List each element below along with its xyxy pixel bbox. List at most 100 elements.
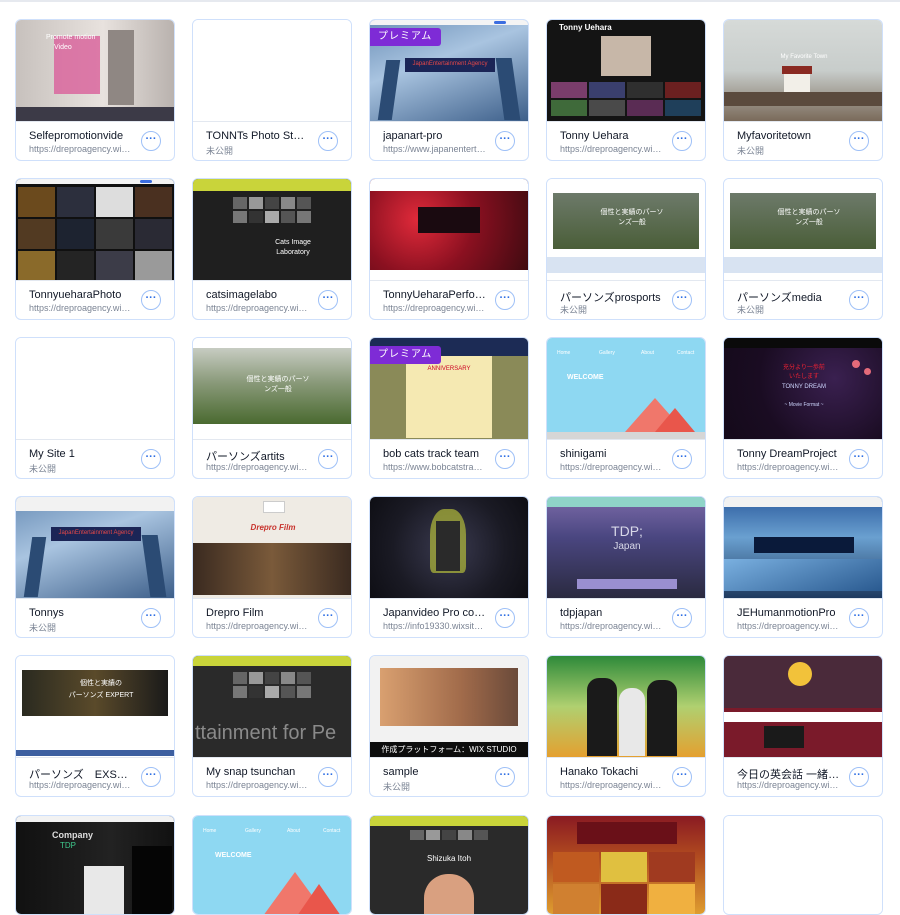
site-url[interactable]: https://dreproagency.wixsite.com: [560, 462, 664, 472]
site-card[interactable]: 個性と実績のパーソ ンズ一般 パーソンズprosports 未公開 ···: [546, 178, 706, 320]
site-url[interactable]: https://dreproagency.wixsite.com: [560, 144, 664, 154]
site-url[interactable]: https://dreproagency.wixsite.com: [29, 780, 133, 790]
site-name[interactable]: Myfavoritetown: [737, 130, 841, 142]
site-card[interactable]: 個性と実績のパーソ ンズ一般 パーソンズartits https://drepr…: [192, 337, 352, 479]
site-card[interactable]: Home Gallery About Contact WELCOME shini…: [546, 337, 706, 479]
more-actions-button[interactable]: ···: [318, 608, 338, 628]
site-name[interactable]: Selfepromotionvide: [29, 130, 133, 142]
site-url[interactable]: https://info19330.wixsite.com: [383, 621, 487, 631]
site-url[interactable]: 未公開: [29, 462, 133, 475]
site-card[interactable]: 作成プラットフォーム：WIX STUDIO sample 未公開 ···: [369, 655, 529, 797]
site-card[interactable]: [546, 815, 706, 915]
site-card[interactable]: プレミアム JapanEntertainment Agency japanart…: [369, 19, 529, 161]
site-card[interactable]: My Favorite Town Myfavoritetown 未公開 ···: [723, 19, 883, 161]
site-name[interactable]: TonnyueharaPhoto: [29, 289, 133, 301]
site-url[interactable]: https://dreproagency.wixsite.com: [560, 780, 664, 790]
site-name[interactable]: Hanako Tokachi: [560, 766, 664, 778]
site-name[interactable]: Tonny DreamProject: [737, 448, 841, 460]
more-actions-button[interactable]: ···: [849, 290, 869, 310]
site-name[interactable]: Tonny Uehara: [560, 130, 664, 142]
more-actions-button[interactable]: ···: [495, 608, 515, 628]
site-card[interactable]: JapanEntertainment Agency Tonnys 未公開 ···: [15, 496, 175, 638]
site-name[interactable]: catsimagelabo: [206, 289, 310, 301]
site-url[interactable]: https://dreproagency.wixsite.com: [737, 462, 841, 472]
more-actions-button[interactable]: ···: [849, 449, 869, 469]
site-url[interactable]: https://dreproagency.wixsite.com: [383, 303, 487, 313]
more-actions-button[interactable]: ···: [849, 767, 869, 787]
site-card[interactable]: JEHumanmotionPro https://dreproagency.wi…: [723, 496, 883, 638]
more-actions-button[interactable]: ···: [495, 131, 515, 151]
site-url[interactable]: 未公開: [737, 144, 841, 157]
more-actions-button[interactable]: ···: [672, 608, 692, 628]
site-url[interactable]: https://dreproagency.wixsite.com: [206, 462, 310, 472]
site-name[interactable]: tdpjapan: [560, 607, 664, 619]
site-card[interactable]: Japanvideo Pro company https://info19330…: [369, 496, 529, 638]
site-url[interactable]: https://dreproagency.wixsite.com: [560, 621, 664, 631]
more-actions-button[interactable]: ···: [318, 449, 338, 469]
site-url[interactable]: https://dreproagency.wixsite.com: [206, 780, 310, 790]
site-card[interactable]: [723, 815, 883, 915]
site-name[interactable]: JEHumanmotionPro: [737, 607, 841, 619]
site-url[interactable]: https://dreproagency.wixsite.com: [29, 144, 133, 154]
site-url[interactable]: 未公開: [29, 621, 133, 634]
site-card[interactable]: 今日の英会話 一緒に学ぼう https://dreproagency.wixsi…: [723, 655, 883, 797]
site-card[interactable]: TonnyueharaPhoto https://dreproagency.wi…: [15, 178, 175, 320]
site-name[interactable]: japanart-pro: [383, 130, 487, 142]
more-actions-button[interactable]: ···: [672, 131, 692, 151]
site-name[interactable]: TONNTs Photo Studio: [206, 130, 310, 142]
more-actions-button[interactable]: ···: [318, 767, 338, 787]
more-actions-button[interactable]: ···: [141, 290, 161, 310]
site-url[interactable]: 未公開: [737, 303, 841, 316]
site-name[interactable]: Tonnys: [29, 607, 133, 619]
site-card[interactable]: プレミアム 6 ANNIVERSARY bob cats track team …: [369, 337, 529, 479]
site-url[interactable]: https://dreproagency.wixsite.com: [737, 621, 841, 631]
site-card[interactable]: TonnyUeharaPerformer https://dreproagenc…: [369, 178, 529, 320]
site-card[interactable]: Cats Image Laboratory catsimagelabo http…: [192, 178, 352, 320]
site-name[interactable]: sample: [383, 766, 487, 778]
site-url[interactable]: https://www.bobcatstrackteam.com: [383, 462, 487, 472]
more-actions-button[interactable]: ···: [672, 767, 692, 787]
more-actions-button[interactable]: ···: [495, 767, 515, 787]
site-card[interactable]: ttainment for Pe My snap tsunchan https:…: [192, 655, 352, 797]
site-card[interactable]: 個性と実績の パーソンズ EXPERT パーソンズ EXSPERT https:…: [15, 655, 175, 797]
site-card[interactable]: Hanako Tokachi https://dreproagency.wixs…: [546, 655, 706, 797]
more-actions-button[interactable]: ···: [141, 608, 161, 628]
site-url[interactable]: https://dreproagency.wixsite.com: [737, 780, 841, 790]
site-card[interactable]: TDP; Japan tdpjapan https://dreproagency…: [546, 496, 706, 638]
more-actions-button[interactable]: ···: [141, 131, 161, 151]
site-name[interactable]: My snap tsunchan: [206, 766, 310, 778]
more-actions-button[interactable]: ···: [849, 131, 869, 151]
more-actions-button[interactable]: ···: [318, 131, 338, 151]
site-card[interactable]: Company TDP: [15, 815, 175, 915]
more-actions-button[interactable]: ···: [849, 608, 869, 628]
site-card[interactable]: Tonny Uehara Tonny Uehara https://drepro…: [546, 19, 706, 161]
more-actions-button[interactable]: ···: [495, 290, 515, 310]
site-card[interactable]: Shizuka Itoh: [369, 815, 529, 915]
site-url[interactable]: https://dreproagency.wixsite.com: [206, 303, 310, 313]
site-card[interactable]: Home Gallery About Contact WELCOME: [192, 815, 352, 915]
site-card[interactable]: 充分より一歩前 いたします TONNY DREAM ~ Movie Format…: [723, 337, 883, 479]
site-url[interactable]: 未公開: [206, 144, 310, 157]
more-actions-button[interactable]: ···: [672, 449, 692, 469]
more-actions-button[interactable]: ···: [141, 449, 161, 469]
site-name[interactable]: My Site 1: [29, 448, 133, 460]
site-name[interactable]: TonnyUeharaPerformer: [383, 289, 487, 301]
more-actions-button[interactable]: ···: [318, 290, 338, 310]
more-actions-button[interactable]: ···: [495, 449, 515, 469]
site-name[interactable]: Drepro Film: [206, 607, 310, 619]
site-url[interactable]: https://dreproagency.wixsite.com: [206, 621, 310, 631]
site-url[interactable]: https://www.japanentertainment.com: [383, 144, 487, 154]
site-name[interactable]: shinigami: [560, 448, 664, 460]
site-card[interactable]: TONNTs Photo Studio 未公開 ···: [192, 19, 352, 161]
site-card[interactable]: 個性と実績のパーソ ンズ一般 パーソンズmedia 未公開 ···: [723, 178, 883, 320]
more-actions-button[interactable]: ···: [141, 767, 161, 787]
site-card[interactable]: Drepro Film Drepro Film https://dreproag…: [192, 496, 352, 638]
site-url[interactable]: https://dreproagency.wixsite.com: [29, 303, 133, 313]
site-url[interactable]: 未公開: [383, 780, 487, 793]
site-card[interactable]: Promote motion Video Selfepromotionvide …: [15, 19, 175, 161]
site-name[interactable]: bob cats track team: [383, 448, 487, 460]
more-actions-button[interactable]: ···: [672, 290, 692, 310]
site-card[interactable]: My Site 1 未公開 ···: [15, 337, 175, 479]
site-name[interactable]: Japanvideo Pro company: [383, 607, 487, 619]
site-url[interactable]: 未公開: [560, 303, 664, 316]
